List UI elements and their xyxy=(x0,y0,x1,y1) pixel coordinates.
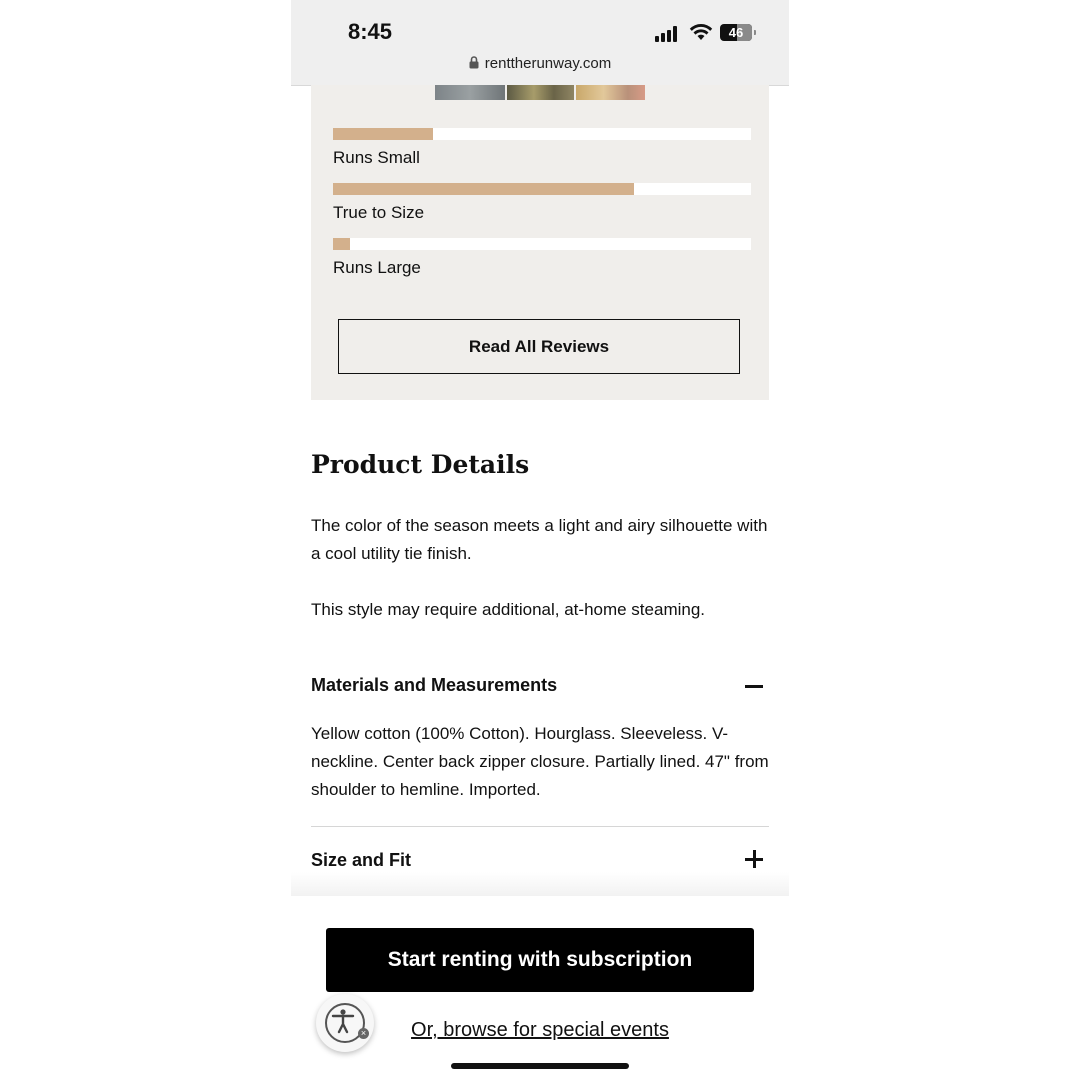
collapse-minus-icon[interactable] xyxy=(745,685,763,688)
materials-accordion-header[interactable]: Materials and Measurements xyxy=(311,671,769,701)
accordion-divider xyxy=(311,826,769,827)
product-description: The color of the season meets a light an… xyxy=(311,516,768,563)
expand-plus-icon[interactable] xyxy=(745,850,763,868)
fit-bar-fill xyxy=(333,238,350,250)
review-photo[interactable] xyxy=(576,85,645,100)
start-renting-subscription-button[interactable]: Start renting with subscription xyxy=(326,928,754,992)
fit-label: True to Size xyxy=(333,203,425,222)
browse-special-events-link[interactable]: Or, browse for special events xyxy=(291,1019,789,1042)
review-photo[interactable] xyxy=(507,85,574,100)
signal-icon xyxy=(655,26,681,42)
fit-bar-track xyxy=(333,128,751,140)
url-text: renttherunway.com xyxy=(484,55,612,72)
address-bar[interactable]: renttherunway.com xyxy=(291,55,789,72)
size-fit-accordion-title: Size and Fit xyxy=(311,850,412,870)
sticky-cta-bar: Start renting with subscription × Or, br… xyxy=(291,896,789,1080)
battery-level-text: 46 xyxy=(728,25,744,40)
fit-label: Runs Large xyxy=(333,258,421,277)
battery-cap xyxy=(754,30,756,35)
lock-icon xyxy=(469,56,479,69)
status-time: 8:45 xyxy=(348,19,393,44)
wifi-icon xyxy=(689,24,713,40)
fit-reviews-panel: Runs Small True to Size Runs Large Read … xyxy=(311,85,769,400)
materials-body: Yellow cotton (100% Cotton). Hourglass. … xyxy=(311,724,769,799)
battery-icon: 46 xyxy=(720,24,752,41)
fit-bar-track xyxy=(333,238,751,250)
fit-bar-fill xyxy=(333,128,434,140)
materials-accordion-title: Materials and Measurements xyxy=(311,675,558,695)
product-care-note: This style may require additional, at-ho… xyxy=(311,600,706,619)
fit-bar-track xyxy=(333,183,751,195)
scroll-fade xyxy=(291,872,789,896)
fit-bar-fill xyxy=(333,183,634,195)
phone-screen: 8:45 46 renttherunway.com Runs Small Tru… xyxy=(291,0,789,1080)
review-photo[interactable] xyxy=(435,85,505,100)
read-all-reviews-button[interactable]: Read All Reviews xyxy=(338,319,740,374)
product-details-heading: Product Details xyxy=(311,450,530,479)
browser-status-bar: 8:45 46 renttherunway.com xyxy=(291,0,789,86)
home-indicator xyxy=(451,1063,629,1069)
fit-label: Runs Small xyxy=(333,148,420,167)
